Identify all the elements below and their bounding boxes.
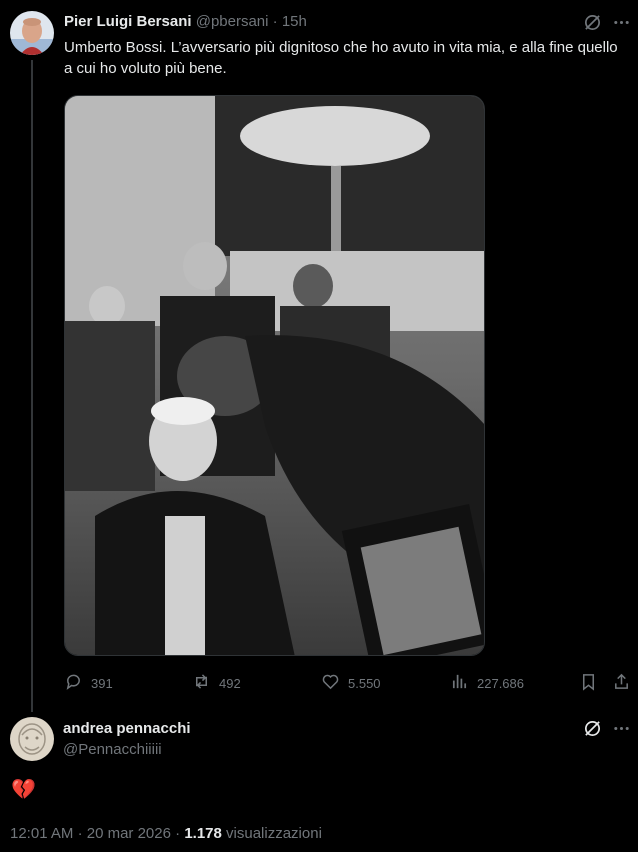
author-handle[interactable]: @pbersani [196,13,269,30]
reply-time[interactable]: 12:01 AM [10,825,73,842]
tweet-text: Umberto Bossi. L’avversario più dignitos… [64,39,618,77]
reply-author-handle[interactable]: @Pennacchiiiii [63,741,162,758]
reply-meta: 12:01 AM · 20 mar 2026 · 1.178 visualizz… [10,825,322,842]
reply-author-avatar[interactable] [10,717,54,761]
reply-author-name[interactable]: andrea pennacchi [63,720,191,737]
author-avatar[interactable] [10,11,54,55]
reply-icon [64,672,83,694]
repost-action[interactable]: 492 [192,672,241,694]
repost-icon [192,672,211,694]
repost-count: 492 [219,675,241,691]
reply-count: 391 [91,675,113,691]
reply-views-count: 1.178 [184,825,222,842]
tweet-photo[interactable] [64,95,485,656]
reply-date[interactable]: 20 mar 2026 [87,825,171,842]
tweet-time[interactable]: 15h [282,13,307,30]
more-icon[interactable] [612,13,631,37]
views-action[interactable]: 227.686 [450,672,524,694]
meta-separator: · [77,825,83,842]
grok-icon[interactable] [583,13,602,37]
broken-heart-emoji: 💔 [11,779,36,801]
like-icon [321,672,340,694]
like-action[interactable]: 5.550 [321,672,381,694]
like-count: 5.550 [348,675,381,691]
thread-line [31,60,33,712]
views-icon [450,672,469,694]
bookmark-icon[interactable] [579,672,598,696]
meta-separator-2: · [175,825,181,842]
share-icon[interactable] [612,672,631,696]
author-name[interactable]: Pier Luigi Bersani [64,13,192,30]
reply-grok-icon[interactable] [583,719,602,743]
views-count: 227.686 [477,675,524,691]
tweet-header: Pier Luigi Bersani @pbersani · 15h [64,13,307,30]
reply-views-label: visualizzazioni [226,825,322,842]
reply-more-icon[interactable] [612,719,631,743]
header-separator: · [272,13,278,30]
reply-action[interactable]: 391 [64,672,113,694]
